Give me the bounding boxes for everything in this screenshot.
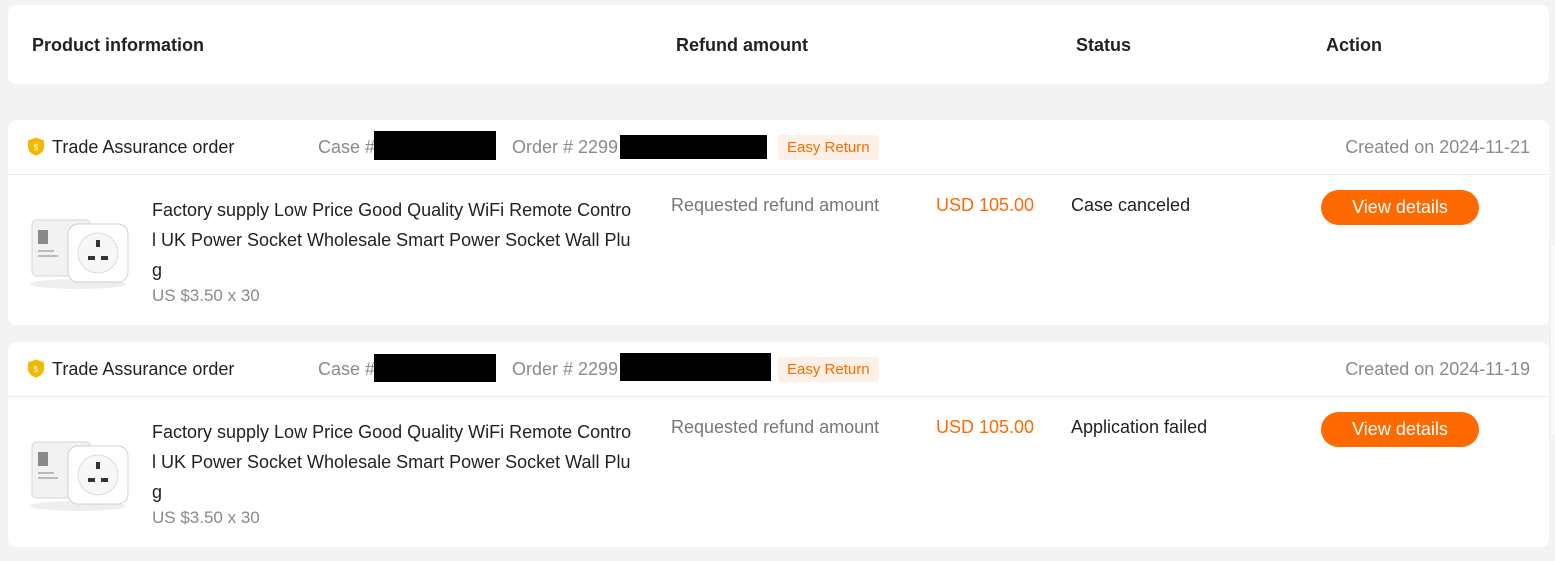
shield-icon: $ <box>28 137 44 156</box>
side-panel-handle[interactable] <box>1550 245 1555 435</box>
refund-label: Requested refund amount <box>671 417 880 437</box>
case-number-label: Case # <box>318 359 376 379</box>
product-price: US $3.50 x 30 <box>152 286 260 305</box>
column-status: Status <box>1076 35 1132 55</box>
redacted-case-number <box>374 354 496 382</box>
view-details-button[interactable]: View details <box>1321 412 1479 447</box>
column-product-info: Product information <box>32 35 204 55</box>
product-thumbnail[interactable] <box>26 210 130 294</box>
created-date: Created on 2024-11-21 <box>1345 137 1530 157</box>
svg-text:$: $ <box>33 365 39 375</box>
column-refund-amount: Refund amount <box>676 35 808 55</box>
product-title[interactable]: Factory supply Low Price Good Quality Wi… <box>152 195 632 285</box>
redacted-order-number <box>620 353 771 381</box>
easy-return-badge: Easy Return <box>778 357 879 382</box>
refund-amount: USD 105.00 <box>936 195 1035 215</box>
case-status: Application failed <box>1071 417 1208 437</box>
created-date: Created on 2024-11-19 <box>1345 359 1530 379</box>
refund-label: Requested refund amount <box>671 195 880 215</box>
redacted-case-number <box>374 131 496 160</box>
redacted-order-number <box>620 135 767 159</box>
order-card: $ Trade Assurance order Case # Order # 2… <box>8 342 1549 547</box>
product-title[interactable]: Factory supply Low Price Good Quality Wi… <box>152 417 632 507</box>
order-type-label: Trade Assurance order <box>52 359 235 379</box>
product-price: US $3.50 x 30 <box>152 508 260 527</box>
order-card: $ Trade Assurance order Case # Order # 2… <box>8 120 1549 325</box>
shield-icon: $ <box>28 359 44 378</box>
view-details-button[interactable]: View details <box>1321 190 1479 225</box>
order-type-label: Trade Assurance order <box>52 137 235 157</box>
table-header: Product information Refund amount Status… <box>8 5 1549 84</box>
order-number-label: Order # 2299 <box>512 359 619 379</box>
case-status: Case canceled <box>1071 195 1191 215</box>
order-card-header: $ Trade Assurance order Case # Order # 2… <box>8 120 1549 175</box>
order-number-label: Order # 2299 <box>512 137 619 157</box>
svg-text:$: $ <box>33 143 39 153</box>
order-card-header: $ Trade Assurance order Case # Order # 2… <box>8 342 1549 397</box>
case-number-label: Case # <box>318 137 376 157</box>
order-card-body: Factory supply Low Price Good Quality Wi… <box>8 397 1549 547</box>
order-card-body: Factory supply Low Price Good Quality Wi… <box>8 175 1549 325</box>
easy-return-badge: Easy Return <box>778 135 879 160</box>
column-action: Action <box>1326 35 1382 55</box>
refund-amount: USD 105.00 <box>936 417 1035 437</box>
product-thumbnail[interactable] <box>26 432 130 516</box>
